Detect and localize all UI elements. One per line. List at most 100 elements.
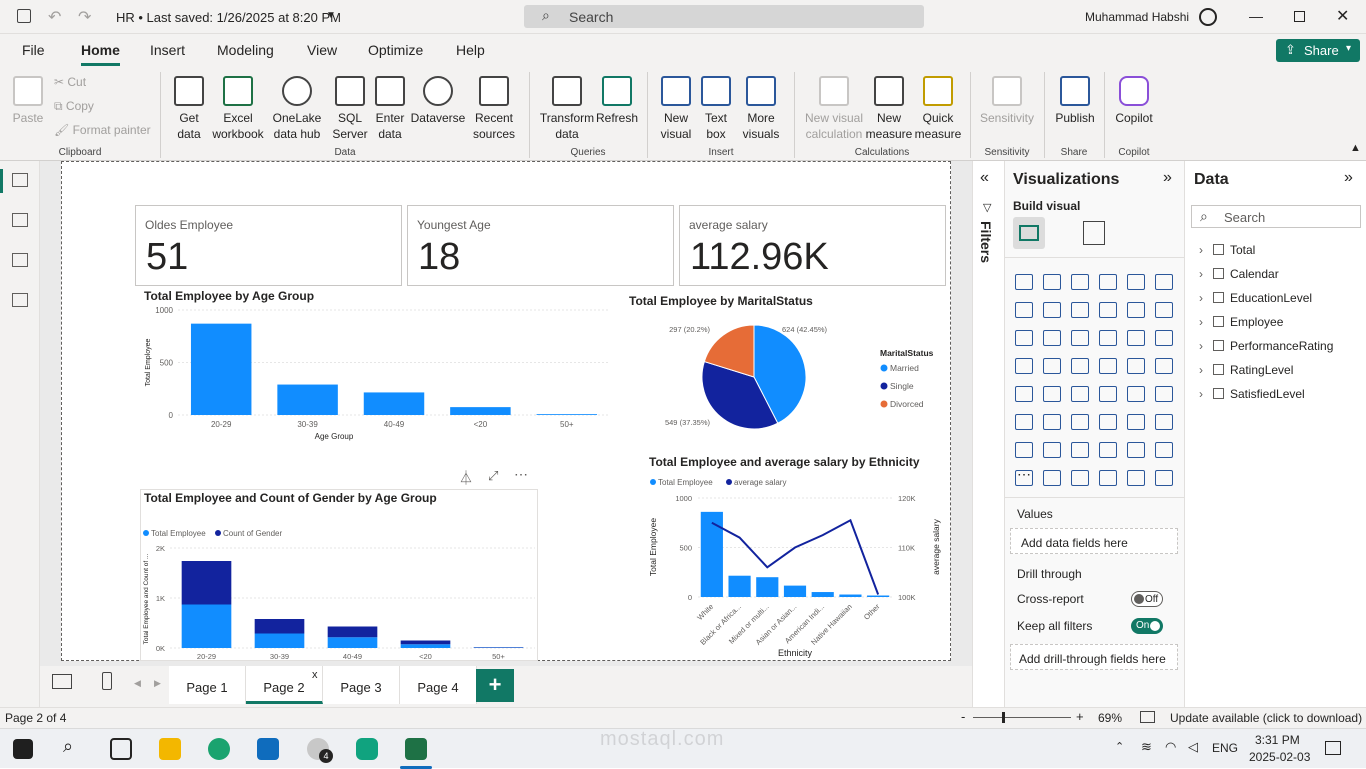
visual-type-icon[interactable] (1155, 442, 1173, 458)
visual-type-icon[interactable] (1099, 274, 1117, 290)
report-view-icon[interactable] (12, 173, 28, 187)
outlook-icon[interactable] (257, 738, 279, 760)
dataverse-button[interactable]: Dataverse (410, 76, 466, 126)
zoom-slider-thumb[interactable] (1002, 712, 1005, 723)
build-visual-tab[interactable] (1013, 217, 1045, 249)
dax-query-view-icon[interactable] (12, 293, 28, 307)
new-visual-button[interactable]: New visual (656, 76, 696, 142)
gender-stacked-bar-chart[interactable]: Total EmployeeCount of Gender0K1K2K20-29… (140, 507, 538, 659)
visual-type-icon[interactable] (1099, 330, 1117, 346)
data-field-item[interactable]: ›Employee (1199, 315, 1283, 329)
file-title[interactable]: HR • Last saved: 1/26/2025 at 8:20 PM (116, 10, 341, 25)
excel-app-icon[interactable] (405, 738, 427, 760)
keep-filters-toggle[interactable]: On (1131, 618, 1163, 634)
save-icon[interactable] (17, 9, 31, 23)
close-icon[interactable]: ✕ (1336, 6, 1349, 26)
page-tab-4[interactable]: Page 4 (400, 666, 477, 704)
visual-type-icon[interactable] (1127, 386, 1145, 402)
visual-type-icon[interactable] (1043, 274, 1061, 290)
visual-type-icon[interactable] (1099, 470, 1117, 486)
data-field-item[interactable]: ›PerformanceRating (1199, 339, 1333, 353)
volume-icon[interactable]: ◁ (1188, 739, 1198, 755)
visual-type-icon[interactable] (1099, 386, 1117, 402)
quick-measure-button[interactable]: Quick measure (913, 76, 963, 142)
visual-type-icon[interactable] (1127, 442, 1145, 458)
transform-data-button[interactable]: Transform data (538, 76, 596, 142)
collapse-pane-icon[interactable]: » (1344, 169, 1353, 187)
search-icon[interactable]: ⌕ (63, 736, 73, 757)
visual-type-icon[interactable] (1015, 302, 1033, 318)
kpi-card-youngest[interactable]: Youngest Age 18 (407, 205, 674, 286)
collapse-ribbon-icon[interactable]: ▲ (1350, 142, 1361, 154)
menu-file[interactable]: File (22, 42, 45, 58)
collapse-pane-icon[interactable]: » (1163, 169, 1172, 187)
visual-type-icon[interactable] (1099, 302, 1117, 318)
chevron-right-icon[interactable]: › (1199, 363, 1209, 377)
format-painter-button[interactable]: 🖌 Format painter (54, 122, 151, 138)
chevron-right-icon[interactable]: › (1199, 267, 1209, 281)
windows-start-icon[interactable] (13, 739, 33, 759)
clock-time[interactable]: 3:31 PM (1255, 733, 1300, 747)
model-view-icon[interactable] (12, 253, 28, 267)
mobile-layout-icon[interactable] (102, 672, 112, 690)
visual-type-icon[interactable] (1155, 330, 1173, 346)
data-field-item[interactable]: ›EducationLevel (1199, 291, 1312, 305)
clock-date[interactable]: 2025-02-03 (1249, 750, 1310, 764)
ethnicity-combo-chart[interactable]: Total Employeeaverage salary05001000100K… (642, 472, 947, 660)
get-data-button[interactable]: Get data (168, 76, 210, 142)
notifications-icon[interactable] (1325, 741, 1341, 755)
page-tab-3[interactable]: Page 3 (323, 666, 400, 704)
kpi-card-oldest[interactable]: Oldes Employee 51 (135, 205, 402, 286)
enter-data-button[interactable]: Enter data (371, 76, 409, 142)
filter-icon[interactable]: ⏃ (459, 468, 473, 488)
visual-type-icon[interactable] (1015, 414, 1033, 430)
paste-button[interactable]: Paste (8, 76, 48, 126)
visual-type-icon[interactable] (1043, 470, 1061, 486)
visual-type-icon[interactable] (1071, 414, 1089, 430)
more-options-icon[interactable]: ⋯ (514, 466, 528, 483)
chevron-right-icon[interactable]: › (1199, 387, 1209, 401)
title-search-box[interactable]: ⌕ Search (524, 5, 924, 28)
focus-mode-icon[interactable]: ⤢ (488, 468, 498, 484)
refresh-button[interactable]: Refresh (596, 76, 638, 126)
text-box-button[interactable]: Text box (697, 76, 735, 142)
cut-button[interactable]: ✂ Cut (54, 74, 86, 90)
drill-through-well[interactable]: Add drill-through fields here (1010, 644, 1178, 670)
visual-type-icon[interactable] (1043, 386, 1061, 402)
visual-type-icon[interactable] (1071, 470, 1089, 486)
sql-server-button[interactable]: SQL Server (330, 76, 370, 142)
visual-type-icon[interactable] (1015, 358, 1033, 374)
visual-type-icon[interactable] (1099, 414, 1117, 430)
visual-type-icon[interactable] (1099, 358, 1117, 374)
close-icon[interactable]: x (312, 669, 318, 681)
visual-type-icon[interactable] (1099, 442, 1117, 458)
menu-insert[interactable]: Insert (150, 42, 185, 58)
cross-report-toggle[interactable]: Off (1131, 591, 1163, 607)
network-icon[interactable]: ≋ (1141, 739, 1152, 755)
avatar[interactable] (1199, 8, 1217, 26)
data-search-input[interactable]: ⌕ Search (1191, 205, 1361, 228)
data-field-item[interactable]: ›RatingLevel (1199, 363, 1293, 377)
menu-optimize[interactable]: Optimize (368, 42, 423, 58)
visual-type-icon[interactable] (1127, 414, 1145, 430)
new-measure-button[interactable]: New measure (865, 76, 913, 142)
visual-type-icon[interactable] (1015, 442, 1033, 458)
menu-help[interactable]: Help (456, 42, 485, 58)
age-group-bar-chart[interactable]: 0500100020-2930-3940-49<2050+Age GroupTo… (140, 305, 620, 445)
onelake-button[interactable]: OneLake data hub (267, 76, 327, 142)
chevron-right-icon[interactable]: › (1199, 315, 1209, 329)
update-notice[interactable]: Update available (click to download) (1170, 711, 1362, 725)
publish-button[interactable]: Publish (1052, 76, 1098, 126)
visual-type-icon[interactable] (1071, 330, 1089, 346)
data-field-item[interactable]: ›SatisfiedLevel (1199, 387, 1305, 401)
scroll-left-icon[interactable]: ◀ (134, 678, 141, 689)
add-page-button[interactable]: + (476, 669, 514, 702)
task-view-icon[interactable] (110, 738, 132, 760)
visual-type-icon[interactable] (1071, 442, 1089, 458)
visual-type-icon[interactable] (1155, 386, 1173, 402)
visual-type-icon[interactable] (1155, 302, 1173, 318)
zoom-slider[interactable] (973, 717, 1071, 718)
marital-status-pie-chart[interactable]: 624 (42.45%)549 (37.35%)297 (20.2%)Marit… (622, 312, 952, 442)
user-name[interactable]: Muhammad Habshi (1085, 10, 1189, 24)
visual-type-icon[interactable] (1043, 442, 1061, 458)
